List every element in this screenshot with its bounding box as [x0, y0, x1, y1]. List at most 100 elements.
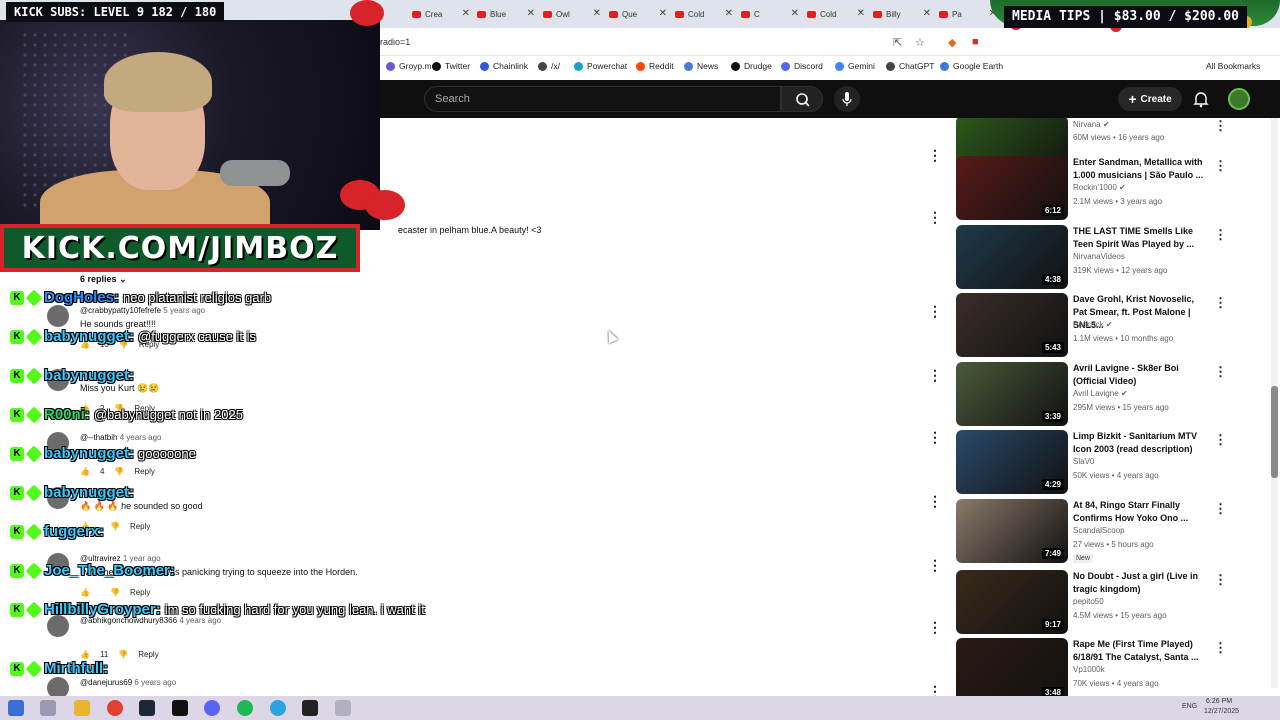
terminal-icon[interactable]	[172, 700, 188, 716]
browser-tab[interactable]: C ✕	[741, 6, 799, 22]
bookmark-item[interactable]: /x/	[538, 61, 560, 71]
search-input[interactable]: Search	[424, 86, 781, 112]
browser-tab[interactable]: Crea ✕	[412, 6, 470, 22]
discord-icon[interactable]	[204, 700, 220, 716]
bookmark-item[interactable]: Drudge	[731, 61, 772, 71]
close-tab-icon[interactable]: ✕	[791, 8, 799, 19]
comment-menu-icon[interactable]: ⋮	[928, 210, 942, 224]
browser-tab[interactable]: Blue ✕	[477, 6, 535, 22]
channel-name[interactable]: Nirvana ✔	[1073, 120, 1110, 129]
video-title[interactable]: Limp Bizkit - Sanitarium MTV Icon 2003 (…	[1073, 430, 1205, 456]
account-avatar[interactable]	[1228, 88, 1250, 110]
scrollbar-thumb[interactable]	[1271, 386, 1278, 478]
create-button[interactable]: + Create	[1118, 87, 1182, 111]
close-tab-icon[interactable]: ✕	[857, 8, 865, 19]
bookmark-star-icon[interactable]: ☆	[915, 36, 925, 49]
app-icon[interactable]	[335, 700, 351, 716]
browser-tab[interactable]: Que ✕	[609, 6, 667, 22]
channel-name[interactable]: SlaV0	[1073, 457, 1094, 466]
bookmark-item[interactable]: Twitter	[432, 61, 470, 71]
close-tab-icon[interactable]: ✕	[725, 8, 733, 19]
comment-menu-icon[interactable]: ⋮	[928, 558, 942, 572]
dislike-icon[interactable]: 👎	[110, 522, 120, 531]
bookmark-item[interactable]: News	[684, 61, 718, 71]
bookmark-item[interactable]: Groyp.me	[386, 61, 436, 71]
bookmark-item[interactable]: Google Earth	[940, 61, 1003, 71]
related-video-item[interactable]: 4:38 THE LAST TIME Smells Like Teen Spiri…	[956, 225, 1227, 289]
channel-name[interactable]: pepito50	[1073, 597, 1104, 606]
task-view-icon[interactable]	[40, 700, 56, 716]
close-tab-icon[interactable]: ✕	[659, 8, 667, 19]
video-menu-icon[interactable]: ⋮	[1214, 364, 1227, 380]
related-video-item[interactable]: 5:43 Dave Grohl, Krist Novoselic, Pat Sme…	[956, 293, 1227, 357]
reply-button[interactable]: Reply	[130, 522, 150, 531]
related-video-item[interactable]: 4:29 Limp Bizkit - Sanitarium MTV Icon 20…	[956, 430, 1227, 494]
channel-name[interactable]: Rockin'1000 ✔	[1073, 183, 1126, 192]
install-icon[interactable]: ⇱	[893, 36, 902, 49]
related-video-item[interactable]: 9:17 No Doubt - Just a girl (Live in trag…	[956, 570, 1227, 634]
chrome-icon[interactable]	[107, 700, 123, 716]
channel-name[interactable]: ScandalScoop	[1073, 526, 1125, 535]
close-tab-icon[interactable]: ✕	[923, 8, 931, 19]
like-icon[interactable]: 👍	[80, 650, 90, 659]
replies-toggle[interactable]: 6 replies ⌄	[80, 274, 127, 285]
video-menu-icon[interactable]: ⋮	[1214, 572, 1227, 588]
bookmark-item[interactable]: Powerchat	[574, 61, 627, 71]
steam-icon[interactable]	[139, 700, 155, 716]
clock-date[interactable]: 12/27/2025	[1204, 708, 1239, 715]
close-tab-icon[interactable]: ✕	[593, 8, 601, 19]
bookmark-item[interactable]: Chainlink	[480, 61, 528, 71]
all-bookmarks[interactable]: All Bookmarks	[1206, 61, 1260, 71]
browser-tab[interactable]: Cold ✕	[675, 6, 733, 22]
comment-menu-icon[interactable]: ⋮	[928, 148, 942, 162]
close-tab-icon[interactable]: ✕	[462, 8, 470, 19]
extension-icon[interactable]: ■	[972, 36, 979, 48]
comment-menu-icon[interactable]: ⋮	[928, 430, 942, 444]
clock-time[interactable]: 6:26 PM	[1206, 698, 1232, 705]
browser-tab[interactable]: Pa✕	[939, 6, 997, 22]
video-thumbnail[interactable]: 4:38	[956, 225, 1068, 289]
bookmark-item[interactable]: Reddit	[636, 61, 674, 71]
dislike-icon[interactable]: 👎	[118, 650, 128, 659]
video-thumbnail[interactable]: 7:49	[956, 499, 1068, 563]
video-title[interactable]: Enter Sandman, Metallica with 1.000 musi…	[1073, 156, 1205, 182]
close-tab-icon[interactable]: ✕	[527, 8, 535, 19]
bookmark-item[interactable]: Gemini	[835, 61, 875, 71]
comment-menu-icon[interactable]: ⋮	[928, 494, 942, 508]
reply-button[interactable]: Reply	[138, 650, 158, 659]
related-video-item[interactable]: 6:12 Enter Sandman, Metallica with 1.000 …	[956, 156, 1227, 220]
spotify-icon[interactable]	[237, 700, 253, 716]
video-menu-icon[interactable]: ⋮	[1214, 158, 1227, 174]
comment-author[interactable]: @--thatbih 4 years ago	[80, 433, 162, 442]
comment-menu-icon[interactable]: ⋮	[928, 304, 942, 318]
video-title[interactable]: No Doubt - Just a girl (Live in tragic k…	[1073, 570, 1205, 596]
video-thumbnail[interactable]: 4:29	[956, 430, 1068, 494]
browser-tab[interactable]: Cold ✕	[807, 6, 865, 22]
extension-icon[interactable]: ◆	[948, 36, 956, 49]
windows-start-icon[interactable]	[8, 700, 24, 716]
voice-search-button[interactable]	[834, 86, 860, 112]
search-button[interactable]	[781, 86, 823, 112]
video-title[interactable]: Avril Lavigne - Sk8er Boi (Official Vide…	[1073, 362, 1205, 388]
video-title[interactable]: Rape Me (First Time Played) 6/18/91 The …	[1073, 638, 1205, 664]
channel-name[interactable]: Peacock ✔	[1073, 320, 1113, 329]
bookmark-item[interactable]: ChatGPT	[886, 61, 934, 71]
video-title[interactable]: THE LAST TIME Smells Like Teen Spirit Wa…	[1073, 225, 1205, 251]
video-thumbnail[interactable]: 9:17	[956, 570, 1068, 634]
commenter-avatar[interactable]	[47, 615, 69, 637]
comment-menu-icon[interactable]: ⋮	[928, 620, 942, 634]
like-icon[interactable]: 👍	[80, 467, 90, 476]
video-menu-icon[interactable]: ⋮	[1214, 118, 1227, 134]
language-indicator[interactable]: ENG	[1182, 703, 1197, 710]
reply-button[interactable]: Reply	[130, 588, 150, 597]
reply-button[interactable]: Reply	[134, 467, 154, 476]
video-menu-icon[interactable]: ⋮	[1214, 227, 1227, 243]
commenter-avatar[interactable]	[47, 305, 69, 327]
related-video-item[interactable]: 3:39 Avril Lavigne - Sk8er Boi (Official …	[956, 362, 1227, 426]
dislike-icon[interactable]: 👎	[114, 467, 124, 476]
video-menu-icon[interactable]: ⋮	[1214, 640, 1227, 656]
like-icon[interactable]: 👍	[80, 588, 90, 597]
video-menu-icon[interactable]: ⋮	[1214, 295, 1227, 311]
comment-menu-icon[interactable]: ⋮	[928, 368, 942, 382]
video-menu-icon[interactable]: ⋮	[1214, 501, 1227, 517]
